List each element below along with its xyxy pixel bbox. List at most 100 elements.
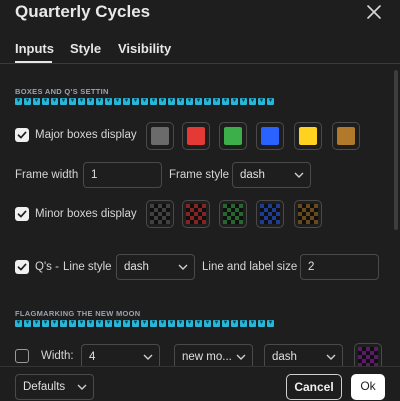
- marker-icon: ▼: [60, 98, 67, 105]
- color-fill: [187, 127, 205, 145]
- marker-icon: ▼: [96, 320, 103, 327]
- minor-color-swatch[interactable]: [146, 200, 174, 228]
- marker-icon: ▼: [213, 98, 220, 105]
- frame-style-label: Frame style: [169, 169, 230, 181]
- marker-icon: ▼: [249, 98, 256, 105]
- marker-icon: ▼: [24, 98, 31, 105]
- marker-icon: ▼: [132, 98, 139, 105]
- width-row-style-value: dash: [272, 351, 297, 363]
- ok-button[interactable]: Ok: [351, 374, 385, 400]
- major-color-swatch[interactable]: [219, 122, 247, 150]
- marker-icon: ▼: [114, 320, 121, 327]
- marker-icon: ▼: [33, 98, 40, 105]
- minor-color-swatch[interactable]: [256, 200, 284, 228]
- tab-visibility[interactable]: Visibility: [118, 41, 171, 56]
- major-boxes-checkbox[interactable]: [15, 128, 29, 142]
- marker-icon: ▼: [105, 320, 112, 327]
- close-icon[interactable]: [366, 4, 382, 20]
- major-color-swatch[interactable]: [294, 122, 322, 150]
- minor-boxes-label: Minor boxes display: [35, 208, 137, 220]
- scrollbar-thumb[interactable]: [394, 70, 398, 230]
- qs-line-style-label: Line style: [63, 261, 112, 273]
- major-color-swatch[interactable]: [182, 122, 210, 150]
- color-fill: [224, 127, 242, 145]
- marker-icon: ▼: [42, 320, 49, 327]
- marker-icon: ▼: [195, 98, 202, 105]
- defaults-dropdown[interactable]: Defaults: [15, 374, 94, 400]
- marker-icon: ▼: [51, 320, 58, 327]
- marker-icon: ▼: [159, 98, 166, 105]
- minor-color-swatch[interactable]: [219, 200, 247, 228]
- checker-swatch-icon: [186, 204, 206, 224]
- checker-swatch-icon: [358, 347, 378, 367]
- qs-line-style-select[interactable]: dash: [116, 254, 195, 280]
- marker-icon: ▼: [15, 320, 22, 327]
- frame-style-select[interactable]: dash: [232, 162, 311, 188]
- marker-icon: ▼: [186, 98, 193, 105]
- dialog-title: Quarterly Cycles: [15, 2, 151, 21]
- marker-icon: ▼: [258, 320, 265, 327]
- marker-icon: ▼: [141, 320, 148, 327]
- chevron-down-icon: [77, 384, 87, 390]
- cancel-button[interactable]: Cancel: [286, 374, 342, 400]
- checkmark-icon: [17, 131, 27, 139]
- marker-icon: ▼: [15, 98, 22, 105]
- major-color-swatch[interactable]: [332, 122, 360, 150]
- marker-icon: ▼: [96, 98, 103, 105]
- marker-icon: ▼: [87, 98, 94, 105]
- checker-swatch-icon: [298, 204, 318, 224]
- tabs-divider: [0, 63, 400, 64]
- major-color-swatch[interactable]: [146, 122, 174, 150]
- minor-color-swatch[interactable]: [294, 200, 322, 228]
- checker-swatch-icon: [223, 204, 243, 224]
- tab-style[interactable]: Style: [70, 41, 101, 56]
- marker-icon: ▼: [87, 320, 94, 327]
- marker-icon: ▼: [258, 98, 265, 105]
- frame-width-input[interactable]: 1: [83, 162, 162, 188]
- chevron-down-icon: [143, 354, 153, 360]
- marker-icon: ▼: [78, 320, 85, 327]
- section-marker-row: ▼ ▼ ▼ ▼ ▼ ▼ ▼ ▼ ▼ ▼ ▼ ▼ ▼ ▼ ▼ ▼ ▼ ▼ ▼ ▼ ▼ ▼ ▼ ▼ ▼ ▼ ▼ ▼ ▼: [15, 320, 274, 327]
- marker-icon: ▼: [123, 320, 130, 327]
- marker-icon: ▼: [204, 320, 211, 327]
- marker-icon: ▼: [204, 98, 211, 105]
- marker-icon: ▼: [240, 320, 247, 327]
- marker-icon: ▼: [51, 98, 58, 105]
- checker-swatch-icon: [260, 204, 280, 224]
- frame-style-value: dash: [240, 169, 265, 181]
- section-title-flag: FLAGMARKING THE NEW MOON: [15, 309, 141, 318]
- marker-icon: ▼: [222, 320, 229, 327]
- marker-icon: ▼: [222, 98, 229, 105]
- marker-icon: ▼: [42, 98, 49, 105]
- qs-size-label: Line and label size: [202, 261, 298, 273]
- section-title-boxes: BOXES AND Q'S SETTIN: [15, 87, 109, 96]
- marker-icon: ▼: [150, 320, 157, 327]
- marker-icon: ▼: [168, 98, 175, 105]
- qs-size-input[interactable]: 2: [300, 254, 379, 280]
- minor-boxes-checkbox[interactable]: [15, 207, 29, 221]
- color-fill: [337, 127, 355, 145]
- marker-icon: ▼: [132, 320, 139, 327]
- chevron-down-icon: [326, 354, 336, 360]
- color-fill: [299, 127, 317, 145]
- width-row-width-value: 4: [89, 351, 96, 363]
- minor-color-swatch[interactable]: [182, 200, 210, 228]
- chevron-down-icon: [294, 172, 304, 178]
- marker-icon: ▼: [231, 98, 238, 105]
- marker-icon: ▼: [168, 320, 175, 327]
- marker-icon: ▼: [159, 320, 166, 327]
- qs-label: Q's -: [35, 261, 59, 273]
- marker-icon: ▼: [150, 98, 157, 105]
- tab-inputs[interactable]: Inputs: [15, 41, 54, 56]
- marker-icon: ▼: [60, 320, 67, 327]
- marker-icon: ▼: [231, 320, 238, 327]
- marker-icon: ▼: [24, 320, 31, 327]
- marker-icon: ▼: [186, 320, 193, 327]
- qs-checkbox[interactable]: [15, 260, 29, 274]
- width-row-checkbox[interactable]: [15, 349, 29, 363]
- marker-icon: ▼: [267, 98, 274, 105]
- major-color-swatch[interactable]: [256, 122, 284, 150]
- marker-icon: ▼: [195, 320, 202, 327]
- color-fill: [151, 127, 169, 145]
- marker-icon: ▼: [240, 98, 247, 105]
